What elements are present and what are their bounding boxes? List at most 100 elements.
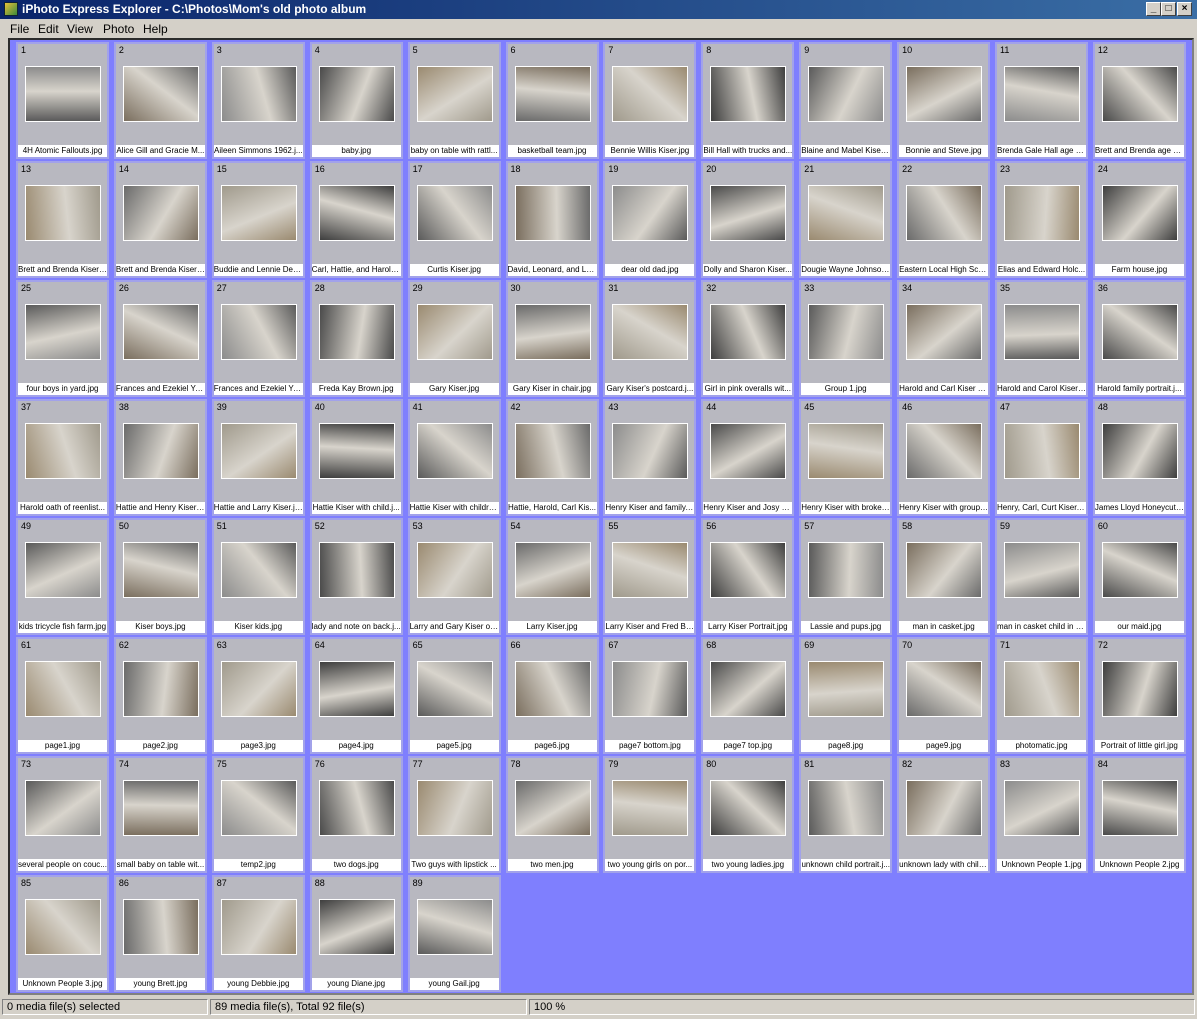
photo-tile[interactable]: 37 Harold oath of reenlist... bbox=[16, 399, 109, 516]
photo-tile[interactable]: 34 Harold and Carl Kiser w... bbox=[897, 280, 991, 397]
photo-tile[interactable]: 2 Alice Gill and Gracie M... bbox=[113, 42, 207, 159]
photo-tile[interactable]: 23 Elias and Edward Holc... bbox=[995, 161, 1088, 278]
menu-edit[interactable]: Edit bbox=[38, 22, 59, 36]
photo-tile[interactable]: 52 lady and note on back.j... bbox=[309, 518, 403, 635]
photo-tile[interactable]: 41 Hattie Kiser with childre... bbox=[407, 399, 501, 516]
photo-tile[interactable]: 57 Lassie and pups.jpg bbox=[799, 518, 893, 635]
photo-tile[interactable]: 1 4H Atomic Fallouts.jpg bbox=[16, 42, 109, 159]
photo-tile[interactable]: 73 several people on couc... bbox=[16, 756, 109, 873]
photo-tile[interactable]: 59 man in casket child in b... bbox=[995, 518, 1088, 635]
photo-tile[interactable]: 35 Harold and Carol Kiser ... bbox=[995, 280, 1088, 397]
photo-tile[interactable]: 54 Larry Kiser.jpg bbox=[505, 518, 599, 635]
photo-tile[interactable]: 51 Kiser kids.jpg bbox=[211, 518, 305, 635]
photo-tile[interactable]: 44 Henry Kiser and Josy P... bbox=[701, 399, 795, 516]
photo-tile[interactable]: 67 page7 bottom.jpg bbox=[603, 637, 697, 754]
photo-tile[interactable]: 88 young Diane.jpg bbox=[309, 875, 403, 992]
photo-tile[interactable]: 69 page8.jpg bbox=[799, 637, 893, 754]
photo-tile[interactable]: 38 Hattie and Henry Kiser ... bbox=[113, 399, 207, 516]
photo-tile[interactable]: 31 Gary Kiser's postcard.j... bbox=[603, 280, 697, 397]
photo-tile[interactable]: 18 David, Leonard, and Lar... bbox=[505, 161, 599, 278]
thumbnail-grid[interactable]: 1 4H Atomic Fallouts.jpg 2 Alice Gill and G… bbox=[8, 38, 1194, 995]
photo-tile[interactable]: 63 page3.jpg bbox=[211, 637, 305, 754]
photo-tile[interactable]: 5 baby on table with rattl... bbox=[407, 42, 501, 159]
photo-tile[interactable]: 6 basketball team.jpg bbox=[505, 42, 599, 159]
photo-tile[interactable]: 9 Blaine and Mabel Kiser ... bbox=[799, 42, 893, 159]
photo-tile[interactable]: 3 Aileen Simmons 1962.j... bbox=[211, 42, 305, 159]
maximize-button[interactable]: □ bbox=[1161, 2, 1176, 16]
photo-tile[interactable]: 15 Buddie and Lennie Des... bbox=[211, 161, 305, 278]
photo-tile[interactable]: 33 Group 1.jpg bbox=[799, 280, 893, 397]
photo-tile[interactable]: 70 page9.jpg bbox=[897, 637, 991, 754]
title-bar[interactable]: iPhoto Express Explorer - C:\Photos\Mom'… bbox=[0, 0, 1197, 19]
photo-tile[interactable]: 45 Henry Kiser with broken... bbox=[799, 399, 893, 516]
photo-tile[interactable]: 86 young Brett.jpg bbox=[113, 875, 207, 992]
photo-tile[interactable]: 32 Girl in pink overalls wit... bbox=[701, 280, 795, 397]
menu-photo[interactable]: Photo bbox=[103, 22, 134, 36]
photo-tile[interactable]: 25 four boys in yard.jpg bbox=[16, 280, 109, 397]
photo-tile[interactable]: 14 Brett and Brenda Kiser ... bbox=[113, 161, 207, 278]
photo-tile[interactable]: 28 Freda Kay Brown.jpg bbox=[309, 280, 403, 397]
photo-tile[interactable]: 53 Larry and Gary Kiser on... bbox=[407, 518, 501, 635]
photo-tile[interactable]: 58 man in casket.jpg bbox=[897, 518, 991, 635]
photo-tile[interactable]: 56 Larry Kiser Portrait.jpg bbox=[701, 518, 795, 635]
photo-tile[interactable]: 49 kids tricycle fish farm.jpg bbox=[16, 518, 109, 635]
photo-tile[interactable]: 26 Frances and Ezekiel Yo... bbox=[113, 280, 207, 397]
photo-tile[interactable]: 50 Kiser boys.jpg bbox=[113, 518, 207, 635]
photo-tile[interactable]: 82 unknown lady with child... bbox=[897, 756, 991, 873]
photo-tile[interactable]: 89 young Gail.jpg bbox=[407, 875, 501, 992]
photo-tile[interactable]: 21 Dougie Wayne Johnson... bbox=[799, 161, 893, 278]
photo-tile[interactable]: 4 baby.jpg bbox=[309, 42, 403, 159]
photo-tile[interactable]: 22 Eastern Local High Sch... bbox=[897, 161, 991, 278]
photo-tile[interactable]: 11 Brenda Gale Hall age 1... bbox=[995, 42, 1088, 159]
photo-tile[interactable]: 61 page1.jpg bbox=[16, 637, 109, 754]
photo-tile[interactable]: 46 Henry Kiser with group ... bbox=[897, 399, 991, 516]
photo-tile[interactable]: 76 two dogs.jpg bbox=[309, 756, 403, 873]
photo-tile[interactable]: 85 Unknown People 3.jpg bbox=[16, 875, 109, 992]
photo-tile[interactable]: 10 Bonnie and Steve.jpg bbox=[897, 42, 991, 159]
photo-tile[interactable]: 79 two young girls on por... bbox=[603, 756, 697, 873]
photo-tile[interactable]: 62 page2.jpg bbox=[113, 637, 207, 754]
photo-tile[interactable]: 16 Carl, Hattie, and Harold... bbox=[309, 161, 403, 278]
photo-tile[interactable]: 60 our maid.jpg bbox=[1092, 518, 1186, 635]
photo-tile[interactable]: 19 dear old dad.jpg bbox=[603, 161, 697, 278]
photo-tile[interactable]: 48 James Lloyd Honeycutt... bbox=[1092, 399, 1186, 516]
photo-tile[interactable]: 77 Two guys with lipstick ... bbox=[407, 756, 501, 873]
photo-tile[interactable]: 36 Harold family portrait.j... bbox=[1092, 280, 1186, 397]
photo-tile[interactable]: 13 Brett and Brenda Kiser ... bbox=[16, 161, 109, 278]
photo-tile[interactable]: 20 Dolly and Sharon Kiser... bbox=[701, 161, 795, 278]
photo-tile[interactable]: 81 unknown child portrait.j... bbox=[799, 756, 893, 873]
photo-tile[interactable]: 30 Gary Kiser in chair.jpg bbox=[505, 280, 599, 397]
photo-tile[interactable]: 27 Frances and Ezekiel Yo... bbox=[211, 280, 305, 397]
photo-tile[interactable]: 7 Bennie Willis Kiser.jpg bbox=[603, 42, 697, 159]
photo-tile[interactable]: 42 Hattie, Harold, Carl Kis... bbox=[505, 399, 599, 516]
photo-tile[interactable]: 84 Unknown People 2.jpg bbox=[1092, 756, 1186, 873]
photo-tile[interactable]: 43 Henry Kiser and family.j... bbox=[603, 399, 697, 516]
photo-tile[interactable]: 80 two young ladies.jpg bbox=[701, 756, 795, 873]
photo-tile[interactable]: 87 young Debbie.jpg bbox=[211, 875, 305, 992]
photo-tile[interactable]: 68 page7 top.jpg bbox=[701, 637, 795, 754]
photo-tile[interactable]: 17 Curtis Kiser.jpg bbox=[407, 161, 501, 278]
photo-tile[interactable]: 24 Farm house.jpg bbox=[1092, 161, 1186, 278]
photo-tile[interactable]: 72 Portrait of little girl.jpg bbox=[1092, 637, 1186, 754]
photo-tile[interactable]: 65 page5.jpg bbox=[407, 637, 501, 754]
photo-tile[interactable]: 47 Henry, Carl, Curt Kiser.j... bbox=[995, 399, 1088, 516]
photo-tile[interactable]: 64 page4.jpg bbox=[309, 637, 403, 754]
photo-tile[interactable]: 78 two men.jpg bbox=[505, 756, 599, 873]
close-button[interactable]: × bbox=[1177, 2, 1192, 16]
photo-tile[interactable]: 8 Bill Hall with trucks and... bbox=[701, 42, 795, 159]
menu-help[interactable]: Help bbox=[143, 22, 168, 36]
photo-filename: Brett and Brenda Kiser ... bbox=[18, 264, 107, 276]
photo-tile[interactable]: 83 Unknown People 1.jpg bbox=[995, 756, 1088, 873]
photo-tile[interactable]: 39 Hattie and Larry Kiser.jpg bbox=[211, 399, 305, 516]
photo-tile[interactable]: 55 Larry Kiser and Fred Ba... bbox=[603, 518, 697, 635]
photo-tile[interactable]: 71 photomatic.jpg bbox=[995, 637, 1088, 754]
minimize-button[interactable]: _ bbox=[1146, 2, 1161, 16]
menu-view[interactable]: View bbox=[67, 22, 93, 36]
photo-tile[interactable]: 66 page6.jpg bbox=[505, 637, 599, 754]
photo-tile[interactable]: 12 Brett and Brenda age 1... bbox=[1092, 42, 1186, 159]
photo-tile[interactable]: 74 small baby on table wit... bbox=[113, 756, 207, 873]
photo-tile[interactable]: 40 Hattie Kiser with child.j... bbox=[309, 399, 403, 516]
photo-tile[interactable]: 75 temp2.jpg bbox=[211, 756, 305, 873]
photo-tile[interactable]: 29 Gary Kiser.jpg bbox=[407, 280, 501, 397]
menu-file[interactable]: File bbox=[10, 22, 29, 36]
